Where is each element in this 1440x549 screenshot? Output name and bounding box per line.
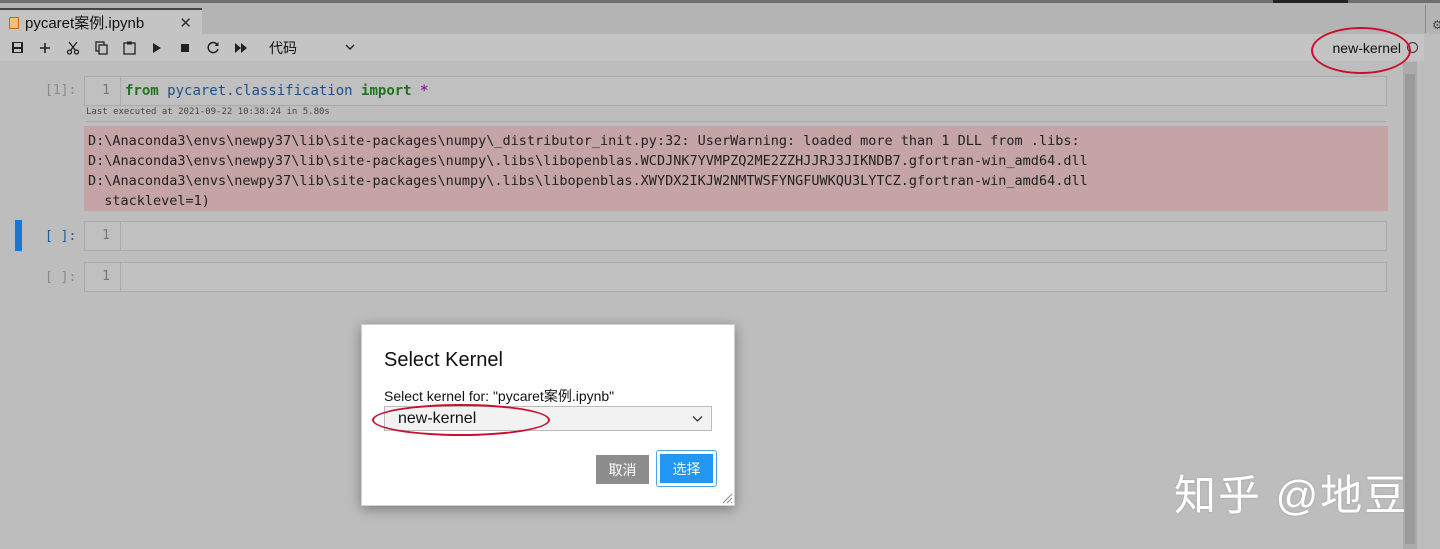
chevron-down-icon [345,44,355,50]
output-line: D:\Anaconda3\envs\newpy37\lib\site-packa… [88,133,1080,149]
dialog-label: Select kernel for: "pycaret案例.ipynb" [384,388,615,404]
run-all-icon[interactable] [227,42,255,54]
wildcard: * [420,83,429,99]
code-cell[interactable]: 1 [84,221,1387,251]
notebook-toolbar: 代码 new-kernel [0,34,1424,61]
cell-type-dropdown[interactable]: 代码 [269,38,355,58]
chevron-down-icon [692,407,703,430]
annotation-ellipse [372,404,550,436]
cell-output-stderr: D:\Anaconda3\envs\newpy37\lib\site-packa… [84,126,1388,211]
close-tab-icon[interactable]: ✕ [179,14,192,32]
annotation-ellipse [1311,27,1411,74]
settings-icon[interactable]: ⚙ [1432,18,1440,32]
code-line[interactable] [121,263,125,291]
cut-icon[interactable] [59,41,87,55]
restart-icon[interactable] [199,41,227,54]
output-line: D:\Anaconda3\envs\newpy37\lib\site-packa… [88,153,1088,169]
paste-icon[interactable] [115,41,143,55]
resize-grip-icon[interactable] [721,492,733,504]
line-number: 1 [85,77,121,105]
line-number: 1 [85,222,121,250]
add-icon[interactable] [31,42,59,54]
stop-icon[interactable] [171,43,199,53]
cell-type-label: 代码 [269,39,297,56]
line-number: 1 [85,263,121,291]
active-cell-indicator [15,220,22,251]
code-line[interactable]: from pycaret.classification import * [121,77,428,105]
select-button[interactable]: 选择 [660,454,713,483]
copy-icon[interactable] [87,40,115,55]
output-line: D:\Anaconda3\envs\newpy37\lib\site-packa… [88,173,1088,189]
module-name: pycaret.classification [167,83,353,99]
code-cell[interactable]: 1 [84,262,1387,292]
cell-prompt: [ ]: [45,270,77,285]
save-icon[interactable] [3,41,31,54]
tab-bar: pycaret案例.ipynb ✕ [0,0,1440,35]
code-cell[interactable]: 1 from pycaret.classification import * [84,76,1387,106]
execution-info: Last executed at 2021-09-22 10:38:24 in … [86,107,1386,122]
dialog-title: Select Kernel [384,349,503,371]
panel-divider [1425,5,1432,33]
notebook-icon [9,16,19,29]
run-icon[interactable] [143,42,171,54]
window-top-border [0,0,1440,3]
title-bar-accent [1273,0,1348,3]
cancel-button[interactable]: 取消 [596,455,649,484]
keyword: from [125,83,159,99]
cell-prompt: [ ]: [45,229,77,244]
keyword: import [361,83,412,99]
cell-prompt: [1]: [45,83,77,98]
tab-title: pycaret案例.ipynb [25,15,145,32]
notebook-tab[interactable]: pycaret案例.ipynb ✕ [0,8,202,35]
watermark: 知乎 @地豆 [1174,472,1409,519]
code-line[interactable] [121,222,125,250]
output-line: stacklevel=1) [88,193,210,209]
